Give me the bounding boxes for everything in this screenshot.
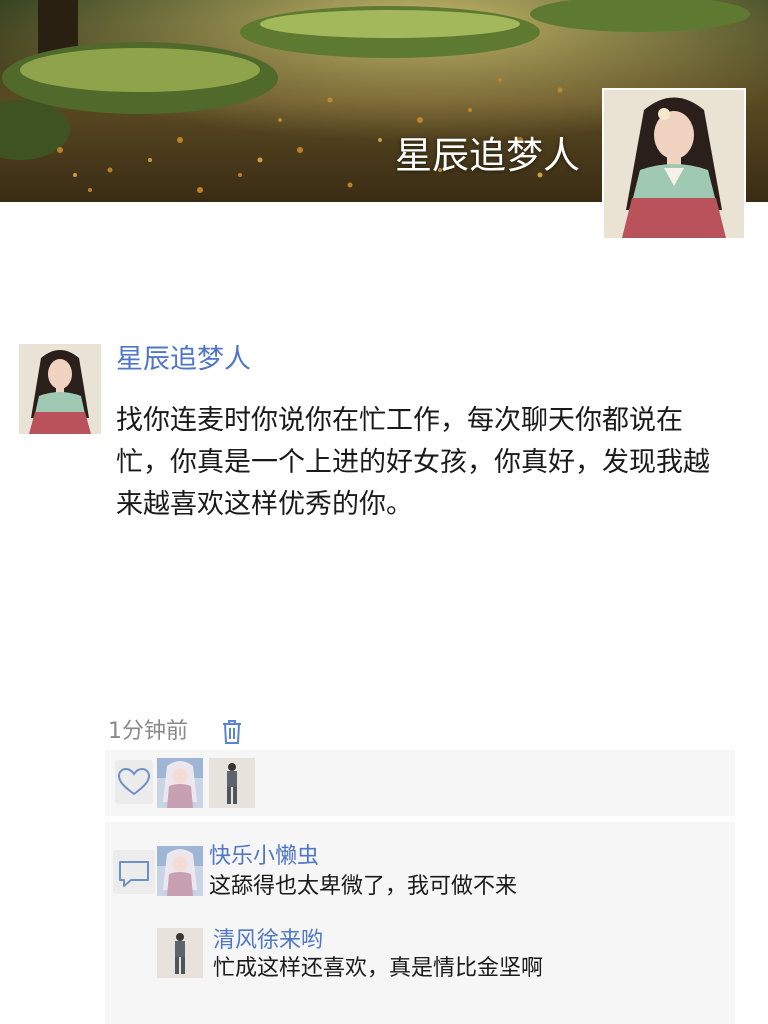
comment-avatar[interactable] (157, 928, 203, 978)
comment-author-name[interactable]: 清风徐来哟 (213, 926, 323, 956)
moments-page: 星辰追梦人 星辰追梦人 找你连麦时你说你在忙工作，每次聊天你都说在忙，你真是一个… (0, 0, 768, 1024)
comment-author-name[interactable]: 快乐小懒虫 (209, 842, 319, 872)
woman-in-hanbok-avatar-icon (604, 90, 744, 238)
woman-in-hanbok-avatar-icon (19, 344, 101, 434)
standing-person-avatar-icon (157, 928, 203, 978)
anime-girl-avatar-icon (157, 846, 203, 896)
comment-bubble-icon[interactable] (113, 850, 155, 894)
comment-text: 这舔得也太卑微了，我可做不来 (209, 874, 518, 899)
likes-panel (105, 750, 735, 816)
post-content: 找你连麦时你说你在忙工作，每次聊天你都说在忙，你真是一个上进的好女孩，你真好，发… (116, 405, 710, 520)
trash-icon[interactable] (218, 716, 246, 746)
like-avatar-standing-person[interactable] (209, 758, 255, 808)
anime-girl-avatar-icon (157, 758, 203, 808)
comments-panel: 快乐小懒虫 这舔得也太卑微了，我可做不来 清风徐来哟 忙成这样还喜欢，真是情比金… (105, 822, 735, 1024)
cover-username: 星辰追梦人 (395, 134, 580, 177)
comment-avatar[interactable] (157, 846, 203, 896)
post-author-avatar[interactable] (19, 344, 101, 434)
standing-person-avatar-icon (209, 758, 255, 808)
profile-avatar[interactable] (602, 88, 746, 240)
like-avatar-anime-girl[interactable] (157, 758, 203, 808)
heart-outline-icon[interactable] (115, 760, 153, 804)
post-author-name[interactable]: 星辰追梦人 (116, 340, 251, 380)
post-timestamp: 1分钟前 (108, 719, 188, 744)
comment-text: 忙成这样还喜欢，真是情比金坚啊 (213, 956, 544, 981)
